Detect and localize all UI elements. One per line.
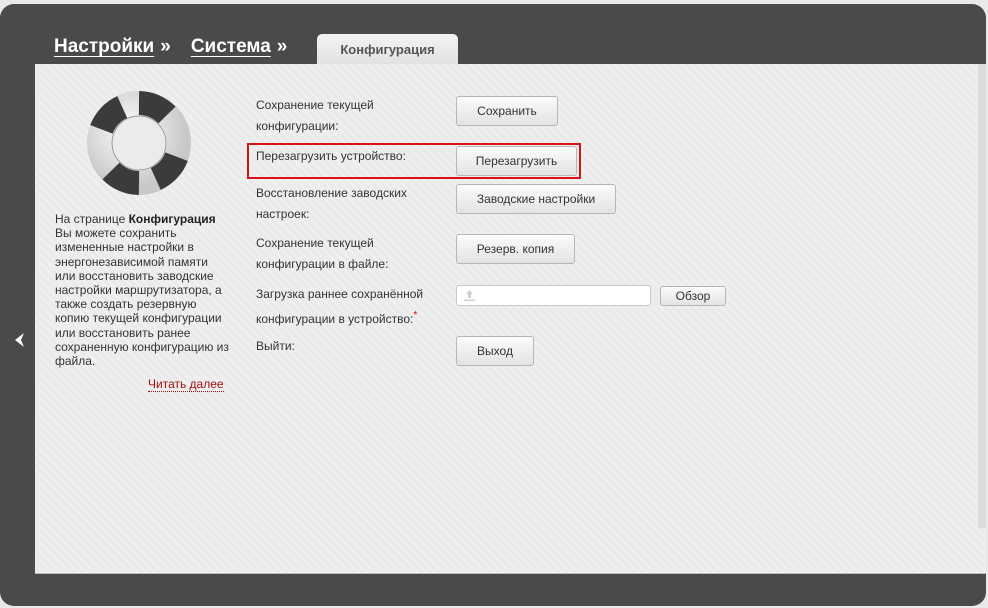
- breadcrumb-settings[interactable]: Настройки: [54, 36, 154, 58]
- upload-config-label: Загрузка раннее сохранённой конфигурации…: [256, 287, 424, 326]
- exit-button[interactable]: Выход: [456, 336, 534, 366]
- factory-reset-button[interactable]: Заводские настройки: [456, 184, 616, 214]
- browse-button[interactable]: Обзор: [660, 286, 726, 306]
- upload-icon: [464, 290, 475, 301]
- tab-configuration[interactable]: Конфигурация: [317, 34, 458, 64]
- breadcrumb-separator: »: [276, 36, 288, 57]
- read-more-link[interactable]: Читать далее: [148, 377, 224, 392]
- panel-edge: [978, 64, 986, 528]
- collapse-sidebar-arrow-icon[interactable]: [10, 330, 30, 350]
- save-config-label: Сохранение текущей конфигурации:: [256, 98, 374, 133]
- panel-bottom-divider: [35, 573, 986, 574]
- config-file-input[interactable]: [456, 285, 651, 306]
- exit-label: Выйти:: [256, 339, 295, 353]
- factory-reset-label: Восстановление заводских настроек:: [256, 186, 407, 221]
- breadcrumb-separator: »: [160, 36, 171, 57]
- lifebuoy-icon: [84, 88, 194, 198]
- breadcrumb: Настройки » Система »: [54, 36, 307, 58]
- backup-button[interactable]: Резерв. копия: [456, 234, 575, 264]
- reboot-button[interactable]: Перезагрузить: [456, 146, 577, 176]
- backup-label: Сохранение текущей конфигурации в файле:: [256, 236, 389, 271]
- required-mark: *: [413, 310, 418, 321]
- page-description: На странице Конфигурация Вы можете сохра…: [55, 212, 229, 369]
- save-button[interactable]: Сохранить: [456, 96, 558, 126]
- reboot-label: Перезагрузить устройство:: [256, 149, 406, 163]
- breadcrumb-system[interactable]: Система: [191, 36, 271, 58]
